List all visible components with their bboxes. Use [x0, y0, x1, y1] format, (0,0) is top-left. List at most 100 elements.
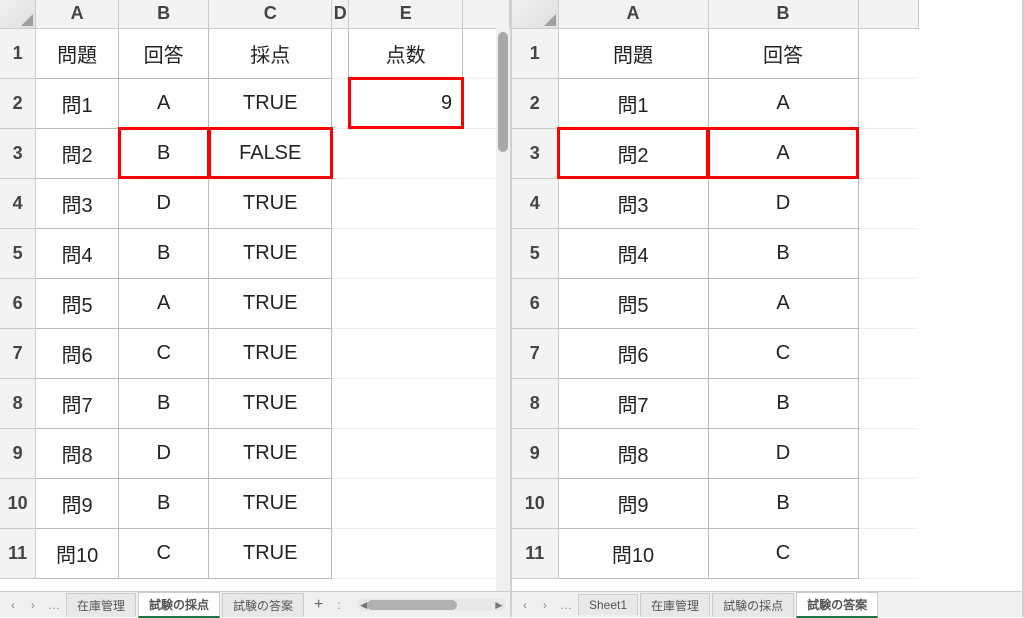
cell-D2[interactable] — [332, 78, 349, 128]
cell-C5[interactable]: TRUE — [209, 228, 332, 278]
cell-B5[interactable]: B — [708, 228, 858, 278]
row-header-2[interactable]: 2 — [512, 78, 558, 128]
cell-B10[interactable]: B — [119, 478, 209, 528]
tab-answers[interactable]: 試験の答案 — [796, 592, 878, 618]
tab-grading[interactable]: 試験の採点 — [712, 593, 794, 617]
cell-B6[interactable]: A — [708, 278, 858, 328]
cell-B10[interactable]: B — [708, 478, 858, 528]
cell-C4[interactable]: TRUE — [209, 178, 332, 228]
row-header-7[interactable]: 7 — [512, 328, 558, 378]
cell-B1[interactable]: 回答 — [119, 28, 209, 78]
col-header-blank[interactable] — [858, 0, 918, 28]
cell-A1[interactable]: 問題 — [558, 28, 708, 78]
cell-E3[interactable] — [349, 128, 463, 178]
row-header-3[interactable]: 3 — [512, 128, 558, 178]
col-header-C[interactable]: C — [209, 0, 332, 28]
tab-overflow-icon[interactable]: … — [44, 598, 64, 612]
row-header-6[interactable]: 6 — [0, 278, 36, 328]
cell-B11[interactable]: C — [708, 528, 858, 578]
tab-prev-icon[interactable]: ‹ — [516, 596, 534, 614]
tab-menu-icon[interactable]: : — [333, 598, 344, 612]
cell-B3[interactable]: A — [708, 128, 858, 178]
cell-C7[interactable]: TRUE — [209, 328, 332, 378]
tab-grading[interactable]: 試験の採点 — [138, 592, 220, 618]
cell-C6[interactable]: TRUE — [209, 278, 332, 328]
right-grid[interactable]: A B 1 問題 回答 2 問1 A 3 問2 A 4 — [512, 0, 1022, 591]
vertical-scrollbar[interactable] — [496, 28, 510, 591]
row-header-1[interactable]: 1 — [512, 28, 558, 78]
cell-C9[interactable]: TRUE — [209, 428, 332, 478]
tab-inventory[interactable]: 在庫管理 — [640, 593, 710, 617]
cell-A8[interactable]: 問7 — [36, 378, 119, 428]
cell-A9[interactable]: 問8 — [36, 428, 119, 478]
cell-D1[interactable] — [332, 28, 349, 78]
cell-E1[interactable]: 点数 — [349, 28, 463, 78]
row-header-9[interactable]: 9 — [0, 428, 36, 478]
cell-B11[interactable]: C — [119, 528, 209, 578]
horizontal-scroll-thumb[interactable] — [367, 600, 457, 610]
cell-A3[interactable]: 問2 — [36, 128, 119, 178]
cell-D3[interactable] — [332, 128, 349, 178]
col-header-A[interactable]: A — [558, 0, 708, 28]
left-grid[interactable]: A B C D E 1 問題 回答 採点 点数 2 問1 A TRUE — [0, 0, 510, 591]
cell-A2[interactable]: 問1 — [558, 78, 708, 128]
col-header-blank[interactable] — [463, 0, 510, 28]
cell-A1[interactable]: 問題 — [36, 28, 119, 78]
row-header-4[interactable]: 4 — [0, 178, 36, 228]
cell-B6[interactable]: A — [119, 278, 209, 328]
col-header-B[interactable]: B — [119, 0, 209, 28]
cell-B2[interactable]: A — [708, 78, 858, 128]
cell-B7[interactable]: C — [708, 328, 858, 378]
horizontal-scrollbar[interactable]: ◄ ► — [357, 599, 506, 611]
cell-A6[interactable]: 問5 — [36, 278, 119, 328]
cell-A7[interactable]: 問6 — [558, 328, 708, 378]
cell-A5[interactable]: 問4 — [558, 228, 708, 278]
tab-prev-icon[interactable]: ‹ — [4, 596, 22, 614]
row-header-3[interactable]: 3 — [0, 128, 36, 178]
cell-C10[interactable]: TRUE — [209, 478, 332, 528]
cell-A5[interactable]: 問4 — [36, 228, 119, 278]
cell-A4[interactable]: 問3 — [36, 178, 119, 228]
row-header-11[interactable]: 11 — [0, 528, 36, 578]
cell-B9[interactable]: D — [708, 428, 858, 478]
add-sheet-icon[interactable]: + — [306, 596, 331, 614]
cell-C2[interactable]: TRUE — [209, 78, 332, 128]
cell-B4[interactable]: D — [708, 178, 858, 228]
cell-A7[interactable]: 問6 — [36, 328, 119, 378]
cell-A8[interactable]: 問7 — [558, 378, 708, 428]
cell-B2[interactable]: A — [119, 78, 209, 128]
cell-C3[interactable]: FALSE — [209, 128, 332, 178]
cell-A11[interactable]: 問10 — [36, 528, 119, 578]
row-header-1[interactable]: 1 — [0, 28, 36, 78]
row-header-10[interactable]: 10 — [512, 478, 558, 528]
cell-C1[interactable]: 採点 — [209, 28, 332, 78]
row-header-8[interactable]: 8 — [512, 378, 558, 428]
cell-B4[interactable]: D — [119, 178, 209, 228]
cell-C8[interactable]: TRUE — [209, 378, 332, 428]
cell-B5[interactable]: B — [119, 228, 209, 278]
cell-C11[interactable]: TRUE — [209, 528, 332, 578]
tab-next-icon[interactable]: › — [536, 596, 554, 614]
col-header-B[interactable]: B — [708, 0, 858, 28]
col-header-D[interactable]: D — [332, 0, 349, 28]
scroll-right-icon[interactable]: ► — [492, 598, 506, 612]
col-header-A[interactable]: A — [36, 0, 119, 28]
tab-overflow-icon[interactable]: … — [556, 598, 576, 612]
cell-A2[interactable]: 問1 — [36, 78, 119, 128]
cell-A4[interactable]: 問3 — [558, 178, 708, 228]
row-header-5[interactable]: 5 — [512, 228, 558, 278]
tab-inventory[interactable]: 在庫管理 — [66, 593, 136, 617]
cell-B7[interactable]: C — [119, 328, 209, 378]
cell-B8[interactable]: B — [708, 378, 858, 428]
cell-B3[interactable]: B — [119, 128, 209, 178]
tab-next-icon[interactable]: › — [24, 596, 42, 614]
cell-E2-score[interactable]: 9 — [349, 78, 463, 128]
cell-B1[interactable]: 回答 — [708, 28, 858, 78]
row-header-10[interactable]: 10 — [0, 478, 36, 528]
row-header-2[interactable]: 2 — [0, 78, 36, 128]
tab-answers[interactable]: 試験の答案 — [222, 593, 304, 617]
select-all-corner[interactable] — [0, 0, 36, 28]
row-header-11[interactable]: 11 — [512, 528, 558, 578]
row-header-7[interactable]: 7 — [0, 328, 36, 378]
row-header-8[interactable]: 8 — [0, 378, 36, 428]
